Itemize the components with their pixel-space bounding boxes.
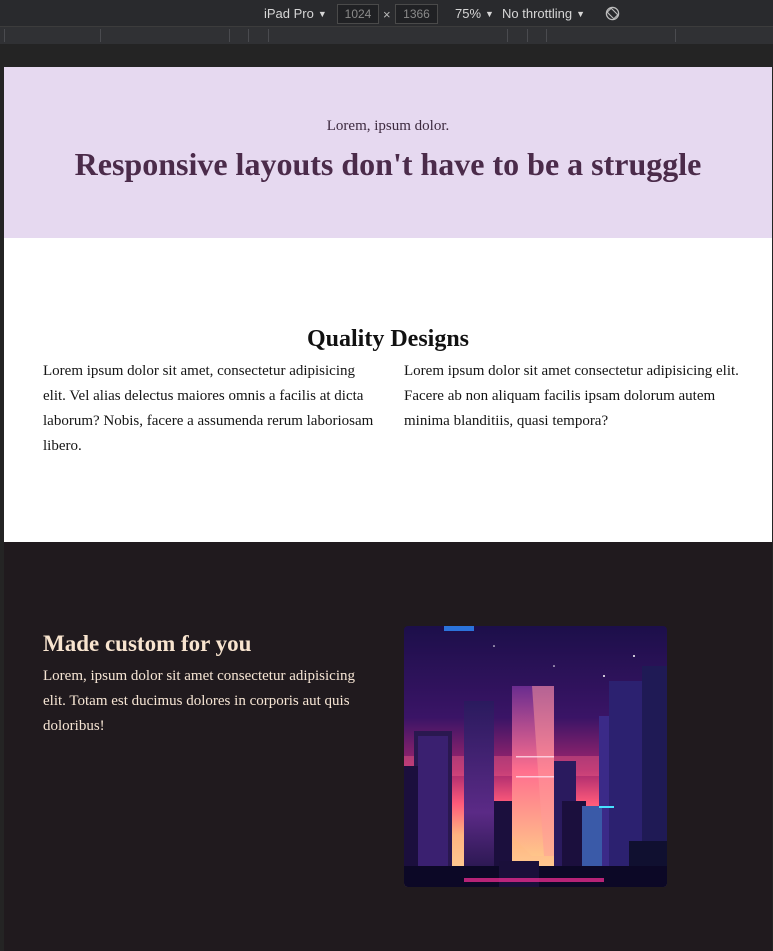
quality-column-2: Lorem ipsum dolor sit amet consectetur a… [404, 363, 739, 429]
hero-subtitle: Lorem, ipsum dolor. [326, 118, 450, 134]
height-input[interactable]: 1366 [395, 4, 438, 24]
custom-title: Made custom for you [43, 631, 252, 656]
throttling-select[interactable]: No throttling ▼ [502, 5, 585, 22]
page-viewport: Lorem, ipsum dolor. Responsive layouts d… [4, 67, 772, 951]
device-select[interactable]: iPad Pro ▼ [264, 5, 327, 22]
viewport-gutter [0, 44, 773, 67]
chevron-down-icon: ▼ [576, 9, 586, 19]
quality-column-1: Lorem ipsum dolor sit amet, consectetur … [43, 363, 374, 454]
devtools-device-toolbar: iPad Pro ▼ 1024 × 1366 75% ▼ No throttling… [0, 0, 773, 27]
rotate-icon[interactable] [605, 6, 620, 21]
hero-section: Lorem, ipsum dolor. Responsive layouts d… [4, 67, 772, 238]
quality-section: Quality Designs Lorem ipsum dolor sit am… [4, 238, 772, 542]
quality-title: Quality Designs [306, 326, 470, 352]
zoom-select[interactable]: 75% ▼ [455, 5, 494, 22]
chevron-down-icon: ▼ [317, 9, 327, 19]
hero-title: Responsive layouts don't have to be a st… [74, 146, 702, 182]
width-input[interactable]: 1024 [337, 4, 379, 24]
city-skyline-image [404, 626, 667, 887]
media-query-bar[interactable] [0, 27, 773, 44]
custom-section: Made custom for you Lorem, ipsum dolor s… [4, 542, 772, 951]
zoom-value: 75% [455, 6, 482, 21]
dimension-separator: × [383, 7, 391, 22]
device-name: iPad Pro [264, 6, 314, 21]
custom-text: Lorem, ipsum dolor sit amet consectetur … [43, 668, 356, 734]
chevron-down-icon: ▼ [485, 9, 494, 19]
throttling-value: No throttling [502, 6, 573, 21]
